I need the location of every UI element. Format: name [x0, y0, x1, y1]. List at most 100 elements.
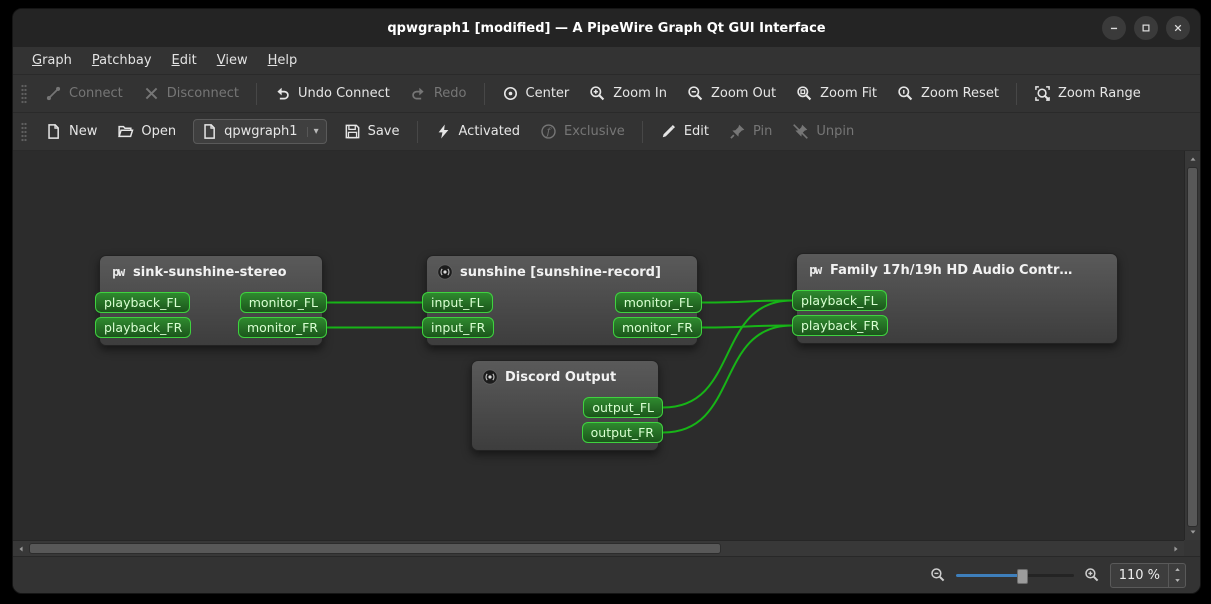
zoom-slider-fill [956, 574, 1020, 577]
disconnect-icon [143, 85, 160, 102]
zoom-spin-buttons [1168, 564, 1185, 587]
port-input_FL[interactable]: input_FL [422, 292, 493, 313]
scroll-down-button[interactable] [1185, 524, 1201, 540]
zoom-fit-label: Zoom Fit [820, 86, 877, 101]
toolbar-separator [1016, 83, 1017, 105]
unpin-button[interactable]: Unpin [783, 118, 863, 145]
toolbar-handle[interactable] [21, 84, 27, 104]
wire-sunshine-monitor_FL-to-family-playback_FL[interactable] [702, 301, 792, 303]
node-title-bar: pwFamily 17h/19h HD Audio Contr… [797, 254, 1117, 286]
undo-connect-button[interactable]: Undo Connect [265, 80, 399, 107]
horizontal-scrollbar[interactable] [13, 540, 1184, 556]
port-output_FR[interactable]: output_FR [582, 422, 663, 443]
zoom-slider-handle[interactable] [1017, 569, 1028, 584]
redo-button[interactable]: Redo [401, 80, 476, 107]
pin-icon [729, 123, 746, 140]
open-icon [117, 123, 134, 140]
patchbay-combo-value: qpwgraph1 [224, 124, 297, 139]
maximize-button[interactable] [1134, 16, 1158, 40]
unpin-label: Unpin [816, 124, 854, 139]
zoom-range-button[interactable]: Zoom Range [1025, 80, 1150, 107]
port-playback_FR[interactable]: playback_FR [95, 317, 191, 338]
zoom-in-label: Zoom In [613, 86, 667, 101]
menu-view[interactable]: View [208, 50, 257, 71]
vertical-scrollbar[interactable] [1184, 151, 1200, 540]
node-discord[interactable]: Discord Outputoutput_FLoutput_FR [471, 360, 659, 451]
zoom-spinbox[interactable]: 110 % [1110, 563, 1186, 588]
port-monitor_FR[interactable]: monitor_FR [238, 317, 327, 338]
title-bar[interactable]: qpwgraph1 [modified] — A PipeWire Graph … [13, 9, 1200, 47]
menu-graph[interactable]: Graph [23, 50, 81, 71]
scrollbar-corner [1184, 540, 1200, 556]
disconnect-button[interactable]: Disconnect [134, 80, 248, 107]
menu-patchbay[interactable]: Patchbay [83, 50, 161, 71]
zoom-reset-label: Zoom Reset [921, 86, 999, 101]
node-sink[interactable]: pwsink-sunshine-stereoplayback_FLmonitor… [99, 255, 323, 346]
exclusive-icon: f [540, 123, 557, 140]
edit-button[interactable]: Edit [651, 118, 718, 145]
zoom-slider[interactable] [956, 567, 1074, 584]
exclusive-button[interactable]: fExclusive [531, 118, 634, 145]
window-minimize-icon [1107, 21, 1121, 35]
save-icon [344, 123, 361, 140]
zoom-out-button[interactable]: Zoom Out [678, 80, 785, 107]
toolbar-handle[interactable] [21, 122, 27, 142]
connect-button[interactable]: Connect [36, 80, 132, 107]
zoom-in-button[interactable]: Zoom In [580, 80, 676, 107]
app-icon [437, 264, 453, 280]
connect-label: Connect [69, 86, 123, 101]
node-title: sunshine [sunshine-record] [460, 265, 661, 280]
window-title: qpwgraph1 [modified] — A PipeWire Graph … [387, 21, 825, 36]
port-playback_FL[interactable]: playback_FL [792, 290, 887, 311]
node-family[interactable]: pwFamily 17h/19h HD Audio Contr…playback… [796, 253, 1118, 344]
toolbar-separator [256, 83, 257, 105]
activated-button[interactable]: Activated [426, 118, 530, 145]
wire-sunshine-monitor_FR-to-family-playback_FR[interactable] [702, 326, 792, 328]
patchbay-combo[interactable]: qpwgraph1▾ [193, 119, 327, 144]
minimize-button[interactable] [1102, 16, 1126, 40]
center-button[interactable]: Center [493, 80, 579, 107]
zoom-spin-up-button[interactable] [1169, 564, 1185, 576]
port-output_FL[interactable]: output_FL [583, 397, 663, 418]
zoom-spin-down-button[interactable] [1169, 575, 1185, 587]
scroll-right-button[interactable] [1168, 541, 1184, 557]
pin-button[interactable]: Pin [720, 118, 781, 145]
port-playback_FR[interactable]: playback_FR [792, 315, 888, 336]
window-close-icon [1171, 21, 1185, 35]
port-monitor_FL[interactable]: monitor_FL [615, 292, 702, 313]
port-monitor_FL[interactable]: monitor_FL [240, 292, 327, 313]
arrow-left-icon [16, 544, 26, 554]
menu-help[interactable]: Help [259, 50, 307, 71]
port-input_FR[interactable]: input_FR [422, 317, 494, 338]
redo-icon [410, 85, 427, 102]
connect-icon [45, 85, 62, 102]
app-window: qpwgraph1 [modified] — A PipeWire Graph … [12, 8, 1201, 594]
graph-canvas[interactable]: pwsink-sunshine-stereoplayback_FLmonitor… [13, 151, 1184, 540]
arrow-right-icon [1171, 544, 1181, 554]
vertical-scroll-thumb[interactable] [1187, 167, 1198, 527]
scroll-left-button[interactable] [13, 541, 29, 557]
menu-bar: GraphPatchbayEditViewHelp [13, 47, 1200, 75]
pin-label: Pin [753, 124, 772, 139]
open-button[interactable]: Open [108, 118, 185, 145]
save-button[interactable]: Save [335, 118, 409, 145]
port-playback_FL[interactable]: playback_FL [95, 292, 190, 313]
node-title: Family 17h/19h HD Audio Contr… [830, 263, 1072, 278]
zoom-reset-button[interactable]: Zoom Reset [888, 80, 1008, 107]
menu-edit[interactable]: Edit [163, 50, 206, 71]
node-title: Discord Output [505, 370, 616, 385]
node-sunshine[interactable]: sunshine [sunshine-record]input_FLmonito… [426, 255, 698, 346]
port-monitor_FR[interactable]: monitor_FR [613, 317, 702, 338]
center-icon [502, 85, 519, 102]
arrow-down-icon [1173, 576, 1182, 585]
scroll-up-button[interactable] [1185, 151, 1201, 167]
zoom-range-label: Zoom Range [1058, 86, 1141, 101]
undo-connect-label: Undo Connect [298, 86, 390, 101]
horizontal-scroll-thumb[interactable] [29, 543, 721, 554]
close-button[interactable] [1166, 16, 1190, 40]
svg-text:f: f [546, 127, 553, 138]
zoom-fit-icon [796, 85, 813, 102]
new-icon [45, 123, 62, 140]
zoom-fit-button[interactable]: Zoom Fit [787, 80, 886, 107]
new-button[interactable]: New [36, 118, 106, 145]
